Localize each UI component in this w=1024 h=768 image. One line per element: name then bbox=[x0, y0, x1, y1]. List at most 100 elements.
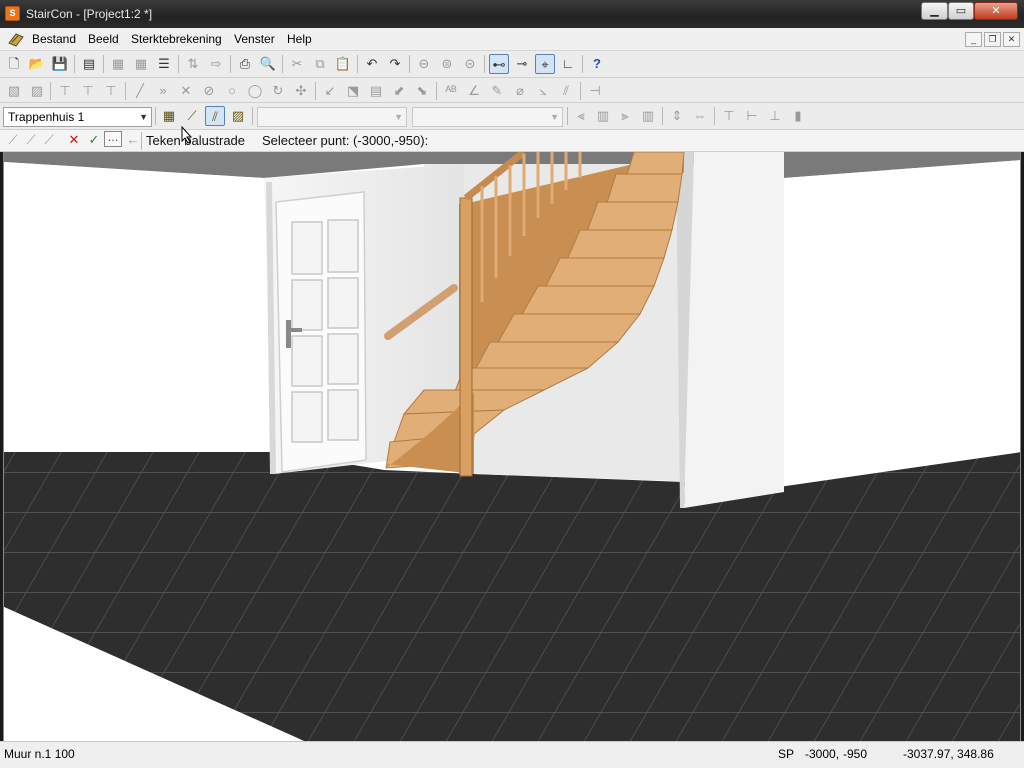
maximize-button[interactable]: ▭ bbox=[948, 2, 974, 20]
3d-viewport[interactable] bbox=[3, 152, 1021, 741]
snap-node-icon[interactable]: ⊸ bbox=[512, 54, 532, 74]
status-cursor-coords: -3037.97, 348.86 bbox=[903, 747, 994, 761]
x-icon[interactable]: ✕ bbox=[64, 130, 84, 150]
arrow-left-icon[interactable]: ← bbox=[123, 130, 143, 150]
toolbar-separator bbox=[714, 107, 715, 125]
new-file-icon[interactable]: 🗋 bbox=[4, 54, 24, 74]
align-right-icon[interactable]: ⫸ bbox=[615, 106, 635, 126]
distribute-icon[interactable]: ⇅ bbox=[183, 54, 203, 74]
mdi-close-button[interactable]: ✕ bbox=[1003, 32, 1020, 47]
toolbar-separator bbox=[141, 132, 142, 150]
circle-slash-icon[interactable]: ⊘ bbox=[199, 81, 219, 101]
post-tool3-icon[interactable]: ⊤ bbox=[101, 81, 121, 101]
cross-tool-icon[interactable]: ✕ bbox=[176, 81, 196, 101]
align-edge-icon[interactable]: ⫽ bbox=[556, 81, 576, 101]
dimension-text-icon[interactable]: ᴬᴮ bbox=[441, 81, 461, 101]
open-folder-icon[interactable]: 📂 bbox=[27, 54, 47, 74]
paste-icon[interactable]: 📋 bbox=[333, 54, 353, 74]
toolbar-separator bbox=[155, 107, 156, 125]
wall-tool-icon[interactable]: ▧ bbox=[4, 81, 24, 101]
document-stair-icon[interactable] bbox=[7, 31, 25, 47]
align-center-icon[interactable]: ▥ bbox=[593, 106, 613, 126]
print-icon[interactable]: ⎙ bbox=[235, 54, 255, 74]
menu-bestand[interactable]: Bestand bbox=[32, 32, 76, 46]
stair-landing-icon[interactable]: ⬊ bbox=[412, 81, 432, 101]
list-view-icon[interactable]: ▦ bbox=[108, 54, 128, 74]
draw-balustrade-icon[interactable]: ⫽ bbox=[205, 106, 225, 126]
right-pillar bbox=[684, 152, 784, 508]
standard-toolbar: 🗋 📂 💾 ▤ ▦ ▦ ☰ ⇅ ⇨ ⎙ 🔍 ✂ ⧉ 📋 ↶ ↷ ⊖ ⊜ ⊝ ⊷ … bbox=[0, 51, 1024, 78]
properties-icon[interactable]: ▤ bbox=[79, 54, 99, 74]
align-left-icon[interactable]: ⫷ bbox=[571, 106, 591, 126]
center-h-icon[interactable]: ⇔ bbox=[690, 106, 710, 126]
toolbar-separator bbox=[282, 55, 283, 73]
save-icon[interactable]: 💾 bbox=[50, 54, 70, 74]
redo-icon[interactable]: ↷ bbox=[385, 54, 405, 74]
help-question-icon[interactable]: ? bbox=[587, 54, 607, 74]
angle-icon[interactable]: ∠ bbox=[464, 81, 484, 101]
stairwell-select[interactable]: Trappenhuis 1 ▼ bbox=[3, 107, 152, 127]
draw-railing-icon[interactable]: ⟋ bbox=[182, 106, 202, 126]
pencil-icon[interactable]: ✎ bbox=[487, 81, 507, 101]
snap-segment-icon[interactable]: ⊷ bbox=[489, 54, 509, 74]
combo-box-3[interactable]: ▼ bbox=[412, 107, 563, 127]
height-dimension-icon[interactable]: ⊣ bbox=[585, 81, 605, 101]
same-size-icon[interactable]: ▮ bbox=[788, 106, 808, 126]
combo-box-2[interactable]: ▼ bbox=[257, 107, 407, 127]
double-arrow-icon[interactable]: » bbox=[153, 81, 173, 101]
mdi-minimize-button[interactable]: _ bbox=[965, 32, 982, 47]
snap-midpoint-icon[interactable]: ⊜ bbox=[437, 54, 457, 74]
mdi-restore-button[interactable]: ❐ bbox=[984, 32, 1001, 47]
line-tool-icon[interactable]: ╱ bbox=[130, 81, 150, 101]
wall-split-icon[interactable]: ▨ bbox=[27, 81, 47, 101]
minimize-button[interactable]: ▁ bbox=[921, 2, 948, 20]
post-tool-icon[interactable]: ⊤ bbox=[55, 81, 75, 101]
align-bottom-icon[interactable]: ⊥ bbox=[765, 106, 785, 126]
stairwell-select-value: Trappenhuis 1 bbox=[8, 110, 85, 124]
menu-help[interactable]: Help bbox=[287, 32, 312, 46]
stair-half-icon[interactable]: ▤ bbox=[366, 81, 386, 101]
snap-line2-icon[interactable]: ⟋ bbox=[21, 130, 41, 150]
post-tool2-icon[interactable]: ⊤ bbox=[78, 81, 98, 101]
print-preview-icon[interactable]: 🔍 bbox=[258, 54, 278, 74]
more-options-button[interactable]: … bbox=[104, 131, 122, 147]
toolbar-separator bbox=[230, 55, 231, 73]
rotate-tool-icon[interactable]: ↻ bbox=[268, 81, 288, 101]
settings-sliders-icon[interactable]: ☰ bbox=[154, 54, 174, 74]
check-icon[interactable]: ✓ bbox=[84, 130, 104, 150]
circle-tool-icon[interactable]: ○ bbox=[222, 81, 242, 101]
stair-straight-icon[interactable]: ↙ bbox=[320, 81, 340, 101]
staircon-app-icon[interactable]: S bbox=[5, 6, 20, 21]
stair-tread-icon[interactable]: ⬋ bbox=[389, 81, 409, 101]
center-v-icon[interactable]: ⇕ bbox=[667, 106, 687, 126]
diameter-icon[interactable]: ⌀ bbox=[510, 81, 530, 101]
undo-icon[interactable]: ↶ bbox=[362, 54, 382, 74]
distribute-h-icon[interactable]: ▥ bbox=[638, 106, 658, 126]
table-view-icon[interactable]: ▦ bbox=[131, 54, 151, 74]
align-top-icon[interactable]: ⊤ bbox=[719, 106, 739, 126]
snap-center-icon[interactable]: ⊝ bbox=[460, 54, 480, 74]
circle2-tool-icon[interactable]: ◯ bbox=[245, 81, 265, 101]
stair-quarter-icon[interactable]: ⬔ bbox=[343, 81, 363, 101]
toolbar-separator bbox=[436, 82, 437, 100]
command-bar: ⟋ ⟋ ⟋ ✕ ✓ … ← Teken balustrade Selecteer… bbox=[0, 130, 1024, 152]
snap-endpoint-icon[interactable]: ⊖ bbox=[414, 54, 434, 74]
stair-ruler-icon[interactable]: ▦ bbox=[159, 106, 179, 126]
cut-icon[interactable]: ✂ bbox=[287, 54, 307, 74]
door-handle-lever bbox=[286, 328, 302, 332]
menu-sterktebrekening[interactable]: Sterktebrekening bbox=[131, 32, 222, 46]
move-tool-icon[interactable]: ✣ bbox=[291, 81, 311, 101]
export-icon[interactable]: ⇨ bbox=[206, 54, 226, 74]
orthogonal-icon[interactable]: ∟ bbox=[558, 54, 578, 74]
snap-line3-icon[interactable]: ⟋ bbox=[39, 130, 59, 150]
close-button[interactable]: ✕ bbox=[974, 2, 1018, 20]
menu-venster[interactable]: Venster bbox=[234, 32, 275, 46]
align-middle-icon[interactable]: ⊢ bbox=[742, 106, 762, 126]
snap-line-icon[interactable]: ⟋ bbox=[3, 130, 23, 150]
balustrade-edit-icon[interactable]: ▨ bbox=[228, 106, 248, 126]
toolbar-separator bbox=[662, 107, 663, 125]
menu-beeld[interactable]: Beeld bbox=[88, 32, 119, 46]
crosshair-icon[interactable]: ⌖ bbox=[535, 54, 555, 74]
angle-measure-icon[interactable]: ⦣ bbox=[533, 81, 553, 101]
copy-icon[interactable]: ⧉ bbox=[310, 54, 330, 74]
